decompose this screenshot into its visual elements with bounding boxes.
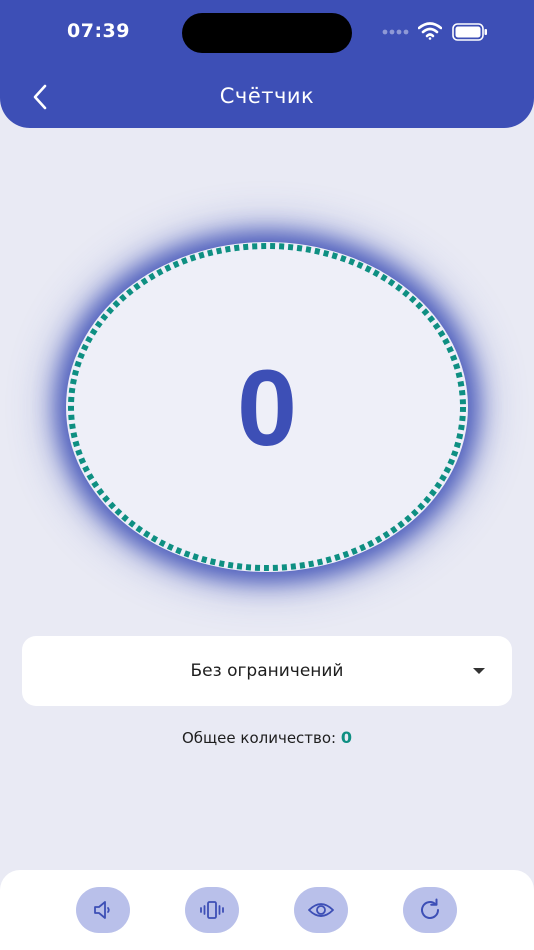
status-time: 07:39 [67, 20, 130, 42]
chevron-down-icon [473, 668, 485, 674]
wifi-icon [418, 22, 442, 40]
limit-dropdown[interactable]: Без ограничений [22, 636, 512, 706]
eye-icon [308, 903, 334, 917]
reset-button[interactable] [403, 887, 457, 933]
sound-icon [94, 901, 110, 919]
vibration-button[interactable] [185, 887, 239, 933]
dynamic-island [182, 13, 352, 53]
total-count-label: Общее количество: [181, 729, 337, 747]
page-title: Счётчик [219, 84, 315, 108]
status-bar: 07:39 [0, 0, 534, 62]
reset-icon [421, 898, 439, 919]
counter-value: 0 [236, 346, 298, 468]
limit-dropdown-value: Без ограничений [190, 661, 344, 681]
total-count-value: 0 [340, 728, 353, 747]
visibility-button[interactable] [294, 887, 348, 933]
bottom-toolbar [0, 870, 534, 950]
total-count: Общее количество: 0 [0, 728, 534, 747]
signal-icon [382, 29, 409, 35]
vibration-icon [200, 901, 224, 919]
sound-button[interactable] [76, 887, 130, 933]
counter-tap-area[interactable]: 0 [66, 242, 468, 572]
battery-icon [452, 23, 487, 41]
